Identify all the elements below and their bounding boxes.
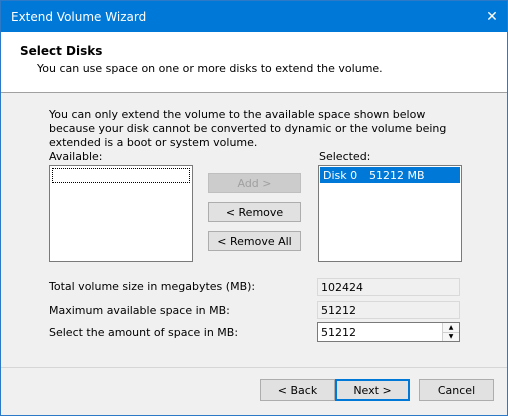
page-title: Select Disks bbox=[20, 44, 103, 58]
add-button[interactable]: Add > bbox=[208, 173, 301, 193]
total-size-label: Total volume size in megabytes (MB): bbox=[49, 280, 256, 293]
total-size-value: 102424 bbox=[321, 280, 363, 294]
cancel-button[interactable]: Cancel bbox=[419, 379, 494, 401]
amount-label: Select the amount of space in MB: bbox=[49, 326, 239, 339]
disk-size: 51212 MB bbox=[369, 168, 425, 182]
footer-separator bbox=[1, 367, 507, 368]
close-icon[interactable]: ✕ bbox=[477, 1, 507, 32]
focus-rectangle bbox=[52, 168, 190, 183]
back-button[interactable]: < Back bbox=[260, 379, 335, 401]
next-button[interactable]: Next > bbox=[335, 379, 410, 401]
available-listbox[interactable] bbox=[49, 165, 193, 262]
spin-up-icon[interactable]: ▲ bbox=[443, 323, 459, 332]
wizard-header: Select Disks You can use space on one or… bbox=[1, 32, 507, 93]
remove-all-button[interactable]: < Remove All bbox=[208, 231, 301, 251]
title-bar: Extend Volume Wizard ✕ bbox=[1, 1, 507, 32]
window-title: Extend Volume Wizard bbox=[11, 10, 147, 24]
selected-listbox[interactable]: Disk 0 51212 MB bbox=[318, 165, 462, 262]
list-item[interactable]: Disk 0 51212 MB bbox=[320, 167, 460, 183]
page-subtitle: You can use space on one or more disks t… bbox=[37, 62, 383, 75]
disk-name: Disk 0 bbox=[323, 168, 358, 182]
amount-stepper[interactable]: 51212 ▲ ▼ bbox=[317, 322, 460, 342]
available-label: Available: bbox=[49, 150, 103, 163]
max-space-value: 51212 bbox=[321, 303, 356, 317]
description-text: You can only extend the volume to the av… bbox=[49, 108, 447, 149]
remove-button[interactable]: < Remove bbox=[208, 202, 301, 222]
max-space-field: 51212 bbox=[317, 301, 460, 319]
amount-value: 51212 bbox=[321, 325, 356, 339]
selected-label: Selected: bbox=[319, 150, 371, 163]
extend-volume-wizard-window: Extend Volume Wizard ✕ Select Disks You … bbox=[0, 0, 508, 416]
max-space-label: Maximum available space in MB: bbox=[49, 304, 230, 317]
spin-down-icon[interactable]: ▼ bbox=[443, 331, 459, 341]
total-size-field: 102424 bbox=[317, 278, 460, 296]
spin-control: ▲ ▼ bbox=[442, 323, 459, 341]
